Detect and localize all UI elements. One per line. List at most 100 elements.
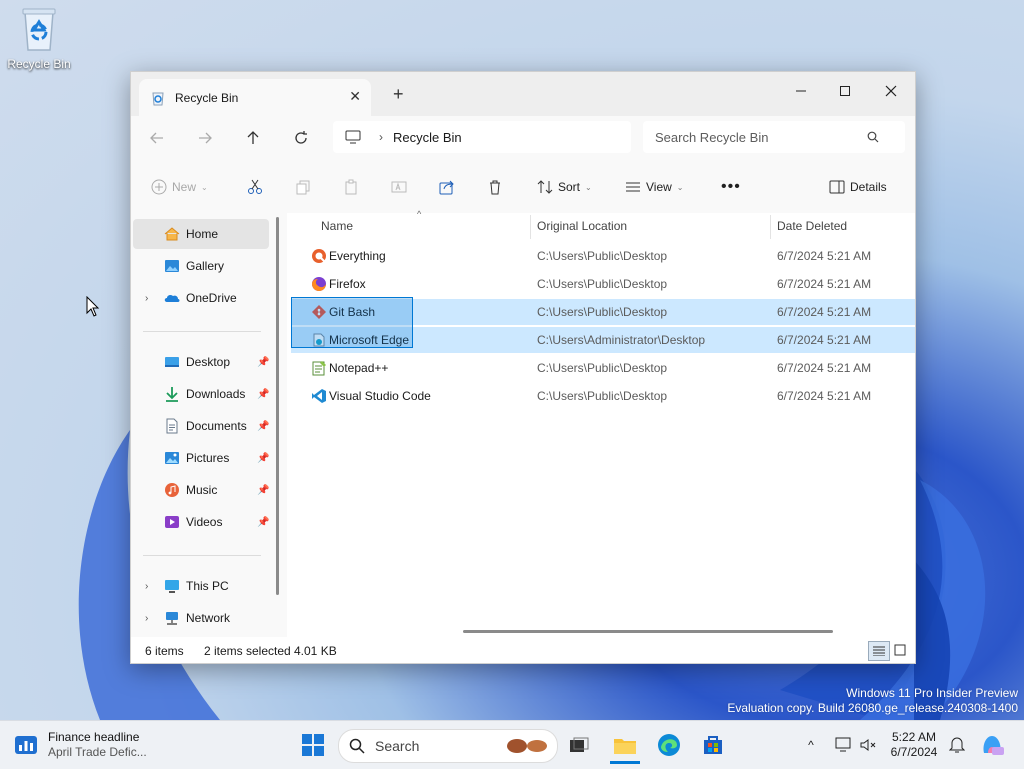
sidebar-item-network[interactable]: › Network — [133, 603, 269, 633]
sidebar-item-documents[interactable]: Documents 📌 — [133, 411, 269, 441]
sort-icon — [537, 180, 553, 194]
details-button[interactable]: Details — [829, 175, 887, 199]
taskbar-search[interactable]: Search — [338, 729, 558, 763]
clock-date: 6/7/2024 — [890, 745, 938, 759]
maximize-button[interactable] — [825, 78, 865, 104]
notifications-button[interactable] — [946, 729, 968, 761]
file-date: 6/7/2024 5:21 AM — [777, 389, 872, 403]
windows-watermark: Windows 11 Pro Insider Preview Evaluatio… — [727, 686, 1018, 716]
chevron-right-icon[interactable]: › — [145, 581, 148, 592]
paste-button[interactable] — [343, 175, 359, 199]
sidebar-label: Network — [186, 611, 231, 625]
pin-icon[interactable]: 📌 — [257, 453, 269, 464]
address-box[interactable]: › Recycle Bin — [333, 121, 631, 153]
cut-button[interactable] — [247, 175, 263, 199]
store-taskbar-button[interactable] — [698, 729, 728, 761]
copilot-button[interactable] — [978, 729, 1006, 761]
home-icon — [164, 227, 180, 241]
task-view-button[interactable] — [566, 729, 592, 761]
file-location: C:\Users\Public\Desktop — [537, 361, 668, 375]
pin-icon[interactable]: 📌 — [257, 485, 269, 496]
minimize-button[interactable] — [781, 78, 821, 104]
selection-rectangle — [291, 297, 413, 348]
search-input[interactable] — [653, 128, 867, 146]
file-name: Everything — [329, 249, 386, 263]
search-box[interactable] — [643, 121, 905, 153]
column-header-date[interactable]: Date Deleted — [777, 219, 847, 233]
pin-icon[interactable]: 📌 — [257, 421, 269, 432]
rename-button[interactable] — [391, 175, 407, 199]
volume-tray-button[interactable] — [858, 729, 880, 761]
command-bar: New ⌄ Sort ⌄ View ⌄ ••• Details — [131, 160, 915, 214]
sort-button[interactable]: Sort ⌄ — [537, 175, 592, 199]
mouse-cursor-icon — [86, 296, 100, 317]
file-date: 6/7/2024 5:21 AM — [777, 249, 872, 263]
sidebar-item-music[interactable]: Music 📌 — [133, 475, 269, 505]
file-row-firefox[interactable]: Firefox C:\Users\Public\Desktop 6/7/2024… — [291, 271, 915, 297]
delete-button[interactable] — [487, 175, 503, 199]
close-window-button[interactable] — [871, 78, 911, 104]
trash-icon — [490, 180, 500, 195]
close-tab-icon[interactable]: ✕ — [349, 88, 361, 105]
sidebar-item-downloads[interactable]: Downloads 📌 — [133, 379, 269, 409]
sidebar-item-onedrive[interactable]: › OneDrive — [133, 283, 269, 313]
back-button[interactable] — [143, 125, 171, 151]
arrow-left-icon — [150, 132, 163, 144]
copy-icon — [296, 180, 310, 195]
tab-recycle-bin[interactable]: Recycle Bin ✕ — [139, 79, 371, 116]
forward-button[interactable] — [191, 125, 219, 151]
new-tab-button[interactable]: + — [393, 84, 404, 105]
more-options-button[interactable]: ••• — [721, 175, 741, 199]
column-header-location[interactable]: Original Location — [537, 219, 627, 233]
file-row-vscode[interactable]: Visual Studio Code C:\Users\Public\Deskt… — [291, 383, 915, 409]
details-view-button[interactable] — [868, 641, 890, 661]
arrow-up-icon — [247, 131, 259, 144]
file-row-everything[interactable]: Everything C:\Users\Public\Desktop 6/7/2… — [291, 243, 915, 269]
title-bar: Recycle Bin ✕ + — [131, 72, 915, 116]
sidebar-item-home[interactable]: Home — [133, 219, 269, 249]
copy-button[interactable] — [295, 175, 311, 199]
sidebar-item-gallery[interactable]: Gallery — [133, 251, 269, 281]
breadcrumb-recycle-bin[interactable]: Recycle Bin — [393, 130, 462, 145]
refresh-button[interactable] — [287, 125, 315, 151]
news-widget[interactable]: Finance headline April Trade Defic... — [14, 729, 174, 761]
horizontal-scrollbar[interactable] — [463, 630, 833, 633]
column-divider[interactable] — [530, 215, 531, 239]
sidebar-scrollbar[interactable] — [276, 217, 279, 595]
download-icon — [166, 387, 178, 402]
file-name: Notepad++ — [329, 361, 389, 375]
chevron-right-icon[interactable]: › — [145, 293, 148, 304]
rename-icon — [391, 181, 407, 193]
sidebar-item-this-pc[interactable]: › This PC — [133, 571, 269, 601]
sidebar-item-videos[interactable]: Videos 📌 — [133, 507, 269, 537]
pin-icon[interactable]: 📌 — [257, 517, 269, 528]
recycle-bin-label: Recycle Bin — [7, 57, 71, 71]
chevron-down-icon: ⌄ — [201, 182, 208, 192]
column-header-name[interactable]: Name — [321, 219, 353, 233]
start-button[interactable] — [298, 729, 328, 761]
file-location: C:\Users\Public\Desktop — [537, 389, 668, 403]
minimize-icon — [796, 90, 806, 92]
file-row-notepadpp[interactable]: Notepad++ C:\Users\Public\Desktop 6/7/20… — [291, 355, 915, 381]
tiles-view-button[interactable] — [890, 641, 910, 659]
pin-icon[interactable]: 📌 — [257, 389, 269, 400]
new-button[interactable]: New ⌄ — [151, 175, 208, 199]
chevron-right-icon[interactable]: › — [145, 613, 148, 624]
show-hidden-icons-button[interactable]: ^ — [800, 729, 822, 761]
share-button[interactable] — [439, 175, 455, 199]
file-location: C:\Users\Administrator\Desktop — [537, 333, 706, 347]
up-button[interactable] — [239, 125, 267, 151]
network-tray-button[interactable] — [832, 729, 856, 761]
view-button[interactable]: View ⌄ — [625, 175, 684, 199]
store-icon — [704, 736, 722, 754]
sidebar-label: Music — [186, 483, 218, 497]
sidebar-item-pictures[interactable]: Pictures 📌 — [133, 443, 269, 473]
firefox-icon — [312, 277, 326, 291]
file-explorer-taskbar-button[interactable] — [610, 729, 640, 764]
sidebar-item-desktop[interactable]: Desktop 📌 — [133, 347, 269, 377]
column-divider[interactable] — [770, 215, 771, 239]
edge-taskbar-button[interactable] — [654, 729, 684, 761]
pin-icon[interactable]: 📌 — [257, 357, 269, 368]
clock[interactable]: 5:22 AM 6/7/2024 — [886, 729, 942, 761]
desktop-recycle-bin[interactable]: Recycle Bin — [4, 6, 74, 71]
